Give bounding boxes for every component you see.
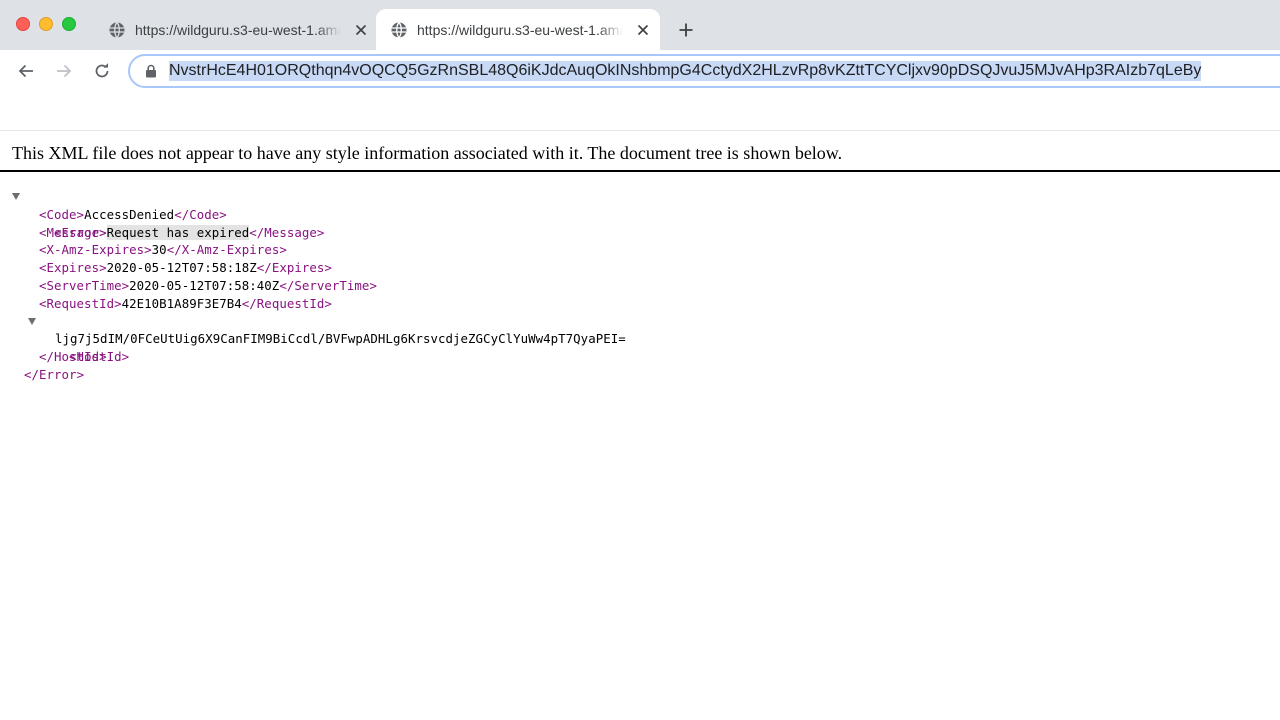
xml-line-amz-expires: <X-Amz-Expires>30</X-Amz-Expires> bbox=[0, 241, 1280, 259]
reload-icon bbox=[95, 63, 109, 78]
xml-tag: <Code> bbox=[39, 206, 85, 222]
xml-tag: </HostId> bbox=[39, 349, 107, 365]
xml-line-message: <Message>Request has expired</Message> bbox=[0, 224, 1280, 242]
forward-arrow-icon bbox=[57, 64, 72, 78]
xml-tag: </RequestId> bbox=[241, 295, 332, 311]
xml-tag: </Code> bbox=[174, 206, 227, 222]
xml-tag: </ServerTime> bbox=[279, 277, 377, 293]
reload-button[interactable] bbox=[89, 58, 115, 84]
xml-line-server-time: <ServerTime>2020-05-12T07:58:40Z</Server… bbox=[0, 277, 1280, 295]
tab-strip: https://wildguru.s3-eu-west-1.amazonaws.… bbox=[0, 0, 1280, 50]
tab-active[interactable]: https://wildguru.s3-eu-west-1.amazonaws.… bbox=[376, 9, 660, 50]
back-arrow-icon bbox=[18, 64, 33, 78]
xml-line-host-id-open: <HostId> bbox=[0, 313, 1280, 364]
xml-line-error-open: <Error> bbox=[0, 188, 1280, 240]
window-zoom-button[interactable] bbox=[62, 17, 76, 31]
xml-line-host-id-close: </HostId> bbox=[0, 348, 1280, 366]
xml-tag: </Message> bbox=[249, 224, 325, 240]
xml-value: 2020-05-12T07:58:18Z bbox=[106, 260, 257, 276]
xml-tag: <ServerTime> bbox=[39, 277, 130, 293]
collapse-triangle-icon[interactable] bbox=[12, 193, 20, 200]
xml-tag: <Message> bbox=[39, 224, 107, 240]
globe-icon bbox=[391, 21, 407, 38]
xml-tag: <X-Amz-Expires> bbox=[39, 242, 152, 258]
xml-tag: </Expires> bbox=[256, 260, 332, 276]
xml-tree: <Error> <Code>AccessDenied</Code> <Messa… bbox=[0, 188, 1280, 384]
address-bar[interactable]: NvstrHcE4H01ORQthqn4vOQCQ5GzRnSBL48Q6iKJ… bbox=[128, 54, 1280, 88]
xml-line-error-close: </Error> bbox=[0, 366, 1280, 384]
tab-inactive[interactable]: https://wildguru.s3-eu-west-1.amazonaws.… bbox=[94, 9, 378, 50]
divider bbox=[0, 130, 1280, 131]
xml-tag: </X-Amz-Expires> bbox=[166, 242, 287, 258]
lock-icon[interactable] bbox=[144, 64, 158, 78]
forward-button[interactable] bbox=[51, 58, 77, 84]
xml-line-request-id: <RequestId>42E10B1A89F3E7B4</RequestId> bbox=[0, 295, 1280, 313]
xml-value-highlighted: Request has expired bbox=[106, 224, 250, 240]
xml-line-expires: <Expires>2020-05-12T07:58:18Z</Expires> bbox=[0, 259, 1280, 277]
tab-title: https://wildguru.s3-eu-west-1.amazonaws.… bbox=[417, 21, 623, 38]
xml-value: 2020-05-12T07:58:40Z bbox=[129, 277, 280, 293]
xml-info-text: This XML file does not appear to have an… bbox=[12, 143, 843, 163]
window-close-button[interactable] bbox=[16, 17, 30, 31]
back-button[interactable] bbox=[13, 58, 39, 84]
xml-value: AccessDenied bbox=[84, 206, 175, 222]
xml-value: ljg7j5dIM/0FCeUtUig6X9CanFIM9BiCcdl/BVFw… bbox=[55, 331, 626, 347]
info-divider bbox=[0, 170, 1280, 172]
new-tab-button[interactable] bbox=[676, 20, 696, 40]
globe-icon bbox=[109, 21, 125, 38]
plus-icon bbox=[679, 23, 693, 37]
tab-title: https://wildguru.s3-eu-west-1.amazonaws.… bbox=[135, 21, 341, 38]
xml-value: 30 bbox=[151, 242, 167, 258]
collapse-triangle-icon[interactable] bbox=[28, 317, 36, 325]
browser-toolbar: NvstrHcE4H01ORQthqn4vOQCQ5GzRnSBL48Q6iKJ… bbox=[0, 50, 1280, 92]
xml-tag: <RequestId> bbox=[39, 295, 122, 311]
xml-tag: <Expires> bbox=[39, 260, 107, 276]
close-icon[interactable] bbox=[635, 22, 651, 38]
close-icon[interactable] bbox=[353, 22, 369, 38]
xml-line-host-id-value: ljg7j5dIM/0FCeUtUig6X9CanFIM9BiCcdl/BVFw… bbox=[0, 330, 1280, 348]
xml-line-code: <Code>AccessDenied</Code> bbox=[0, 206, 1280, 224]
url-text[interactable]: NvstrHcE4H01ORQthqn4vOQCQ5GzRnSBL48Q6iKJ… bbox=[169, 61, 1202, 81]
xml-value: 42E10B1A89F3E7B4 bbox=[121, 295, 242, 311]
window-minimize-button[interactable] bbox=[39, 17, 53, 31]
xml-tag: </Error> bbox=[24, 366, 85, 382]
